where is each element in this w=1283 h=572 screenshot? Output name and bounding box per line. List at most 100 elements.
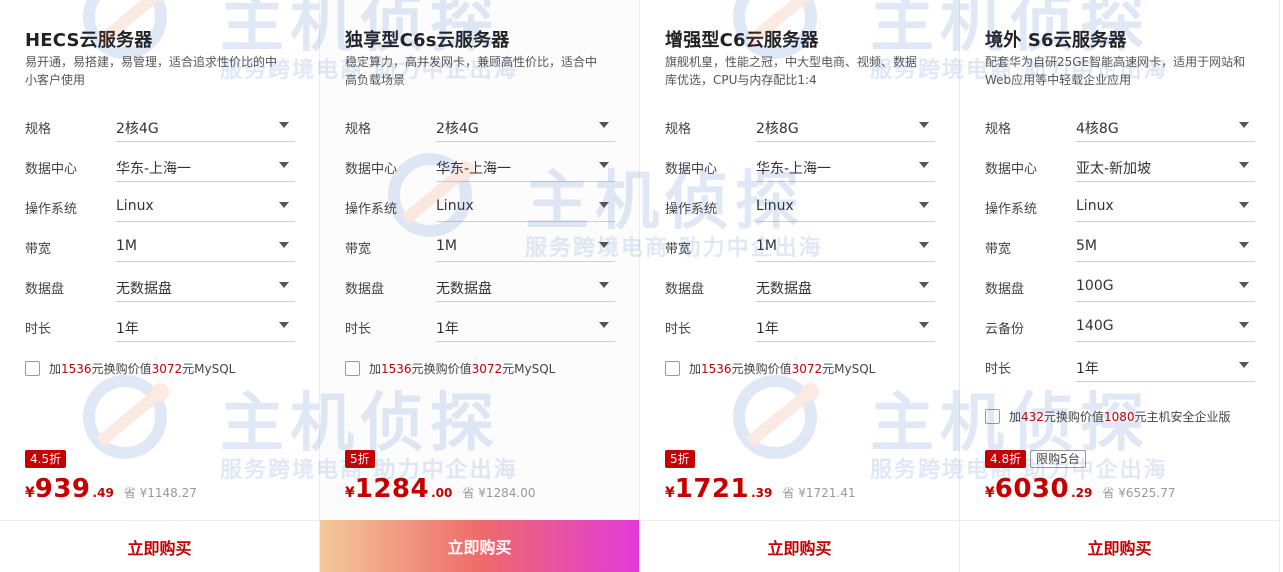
price: ¥ 1721 .39 省 ¥1721.41: [665, 474, 855, 504]
option-select[interactable]: 无数据盘: [436, 268, 615, 302]
option-select[interactable]: 华东-上海一: [116, 148, 295, 182]
option-row: 操作系统 Linux: [25, 188, 295, 222]
option-select[interactable]: 1M: [116, 228, 295, 262]
option-value: 无数据盘: [756, 281, 812, 297]
price-integer: 1284: [354, 474, 430, 504]
option-label: 带宽: [665, 242, 692, 257]
option-select[interactable]: 1M: [436, 228, 615, 262]
option-row: 带宽 1M: [665, 228, 935, 262]
chevron-down-icon: [279, 162, 289, 168]
discount-badge: 5折: [345, 450, 375, 468]
addon-checkbox[interactable]: 加1536元换购价值3072元MySQL: [25, 360, 235, 377]
chevron-down-icon: [279, 242, 289, 248]
option-select[interactable]: 100G: [1076, 268, 1255, 302]
option-select[interactable]: Linux: [1076, 188, 1255, 222]
option-select[interactable]: Linux: [116, 188, 295, 222]
price: ¥ 939 .49 省 ¥1148.27: [25, 474, 197, 504]
option-select[interactable]: 1年: [756, 308, 935, 342]
chevron-down-icon: [599, 162, 609, 168]
option-label: 规格: [665, 122, 692, 137]
option-label: 操作系统: [665, 202, 718, 217]
option-row: 数据盘 无数据盘: [25, 268, 295, 302]
option-select[interactable]: 4核8G: [1076, 108, 1255, 142]
option-label: 数据盘: [665, 282, 705, 297]
checkbox-icon[interactable]: [25, 361, 40, 376]
option-select[interactable]: 2核4G: [116, 108, 295, 142]
card-description: 旗舰机皇，性能之冠，中大型电商、视频、数据库优选，CPU与内存配比1:4: [665, 55, 918, 87]
option-select[interactable]: Linux: [756, 188, 935, 222]
option-row: 时长 1年: [345, 308, 615, 342]
option-select[interactable]: 1年: [116, 308, 295, 342]
option-row: 云备份 140G: [985, 308, 1255, 342]
option-value: Linux: [1076, 198, 1114, 214]
option-label: 数据盘: [985, 282, 1025, 297]
buy-now-button[interactable]: 立即购买: [640, 520, 959, 572]
option-value: 华东-上海一: [436, 161, 512, 177]
option-select[interactable]: 2核8G: [756, 108, 935, 142]
option-select[interactable]: 无数据盘: [756, 268, 935, 302]
chevron-down-icon: [279, 122, 289, 128]
option-value: Linux: [756, 198, 794, 214]
currency-symbol: ¥: [25, 485, 35, 501]
chevron-down-icon: [279, 202, 289, 208]
saved-amount: 省 ¥1284.00: [462, 486, 536, 500]
option-row: 操作系统 Linux: [985, 188, 1255, 222]
saved-amount: 省 ¥1148.27: [123, 486, 197, 500]
card-title: 境外 S6云服务器: [985, 30, 1127, 51]
option-label: 带宽: [25, 242, 52, 257]
buy-now-button[interactable]: 立即购买: [320, 520, 639, 572]
option-select[interactable]: 亚太-新加坡: [1076, 148, 1255, 182]
option-row: 数据中心 华东-上海一: [665, 148, 935, 182]
option-label: 数据盘: [25, 282, 65, 297]
buy-now-button[interactable]: 立即购买: [960, 520, 1279, 572]
option-row: 数据中心 华东-上海一: [345, 148, 615, 182]
card-title: 增强型C6云服务器: [665, 30, 819, 51]
option-select[interactable]: 华东-上海一: [756, 148, 935, 182]
option-row: 时长 1年: [25, 308, 295, 342]
option-value: 亚太-新加坡: [1076, 161, 1152, 177]
option-label: 数据中心: [665, 162, 718, 177]
option-select[interactable]: 5M: [1076, 228, 1255, 262]
option-value: 1年: [1076, 361, 1099, 377]
card-body: 增强型C6云服务器 旗舰机皇，性能之冠，中大型电商、视频、数据库优选，CPU与内…: [665, 0, 935, 520]
checkbox-icon[interactable]: [345, 361, 360, 376]
addon-text: 加432元换购价值1080元主机安全企业版: [1009, 410, 1231, 424]
option-label: 时长: [345, 322, 372, 337]
option-label: 规格: [345, 122, 372, 137]
option-select[interactable]: 2核4G: [436, 108, 615, 142]
option-select[interactable]: 华东-上海一: [436, 148, 615, 182]
option-label: 带宽: [345, 242, 372, 257]
option-value: 2核8G: [756, 121, 799, 137]
option-label: 操作系统: [25, 202, 78, 217]
option-row: 带宽 1M: [25, 228, 295, 262]
option-value: 1M: [756, 238, 777, 254]
addon-checkbox[interactable]: 加432元换购价值1080元主机安全企业版: [985, 408, 1231, 425]
option-select[interactable]: 140G: [1076, 308, 1255, 342]
chevron-down-icon: [599, 242, 609, 248]
option-row: 操作系统 Linux: [665, 188, 935, 222]
addon-text: 加1536元换购价值3072元MySQL: [49, 362, 236, 376]
option-value: 2核4G: [436, 121, 479, 137]
option-value: 100G: [1076, 278, 1114, 294]
chevron-down-icon: [919, 122, 929, 128]
option-row: 规格 2核4G: [25, 108, 295, 142]
discount-badge: 4.8折: [985, 450, 1027, 468]
addon-text: 加1536元换购价值3072元MySQL: [369, 362, 556, 376]
option-select[interactable]: 1年: [1076, 348, 1255, 382]
price-integer: 6030: [994, 474, 1070, 504]
checkbox-icon[interactable]: [985, 409, 1000, 424]
buy-now-button[interactable]: 立即购买: [0, 520, 319, 572]
addon-checkbox[interactable]: 加1536元换购价值3072元MySQL: [665, 360, 875, 377]
product-cards: HECS云服务器 易开通，易搭建，易管理，适合追求性价比的中小客户使用 规格 2…: [0, 0, 1283, 572]
option-select[interactable]: 1年: [436, 308, 615, 342]
option-select[interactable]: Linux: [436, 188, 615, 222]
badge-group: 5折: [345, 450, 375, 468]
option-value: 2核4G: [116, 121, 159, 137]
option-select[interactable]: 1M: [756, 228, 935, 262]
addon-checkbox[interactable]: 加1536元换购价值3072元MySQL: [345, 360, 555, 377]
checkbox-icon[interactable]: [665, 361, 680, 376]
product-card: 境外 S6云服务器 配套华为自研25GE智能高速网卡，适用于网站和Web应用等中…: [960, 0, 1280, 572]
chevron-down-icon: [599, 322, 609, 328]
limit-badge: 限购5台: [1030, 450, 1086, 468]
option-select[interactable]: 无数据盘: [116, 268, 295, 302]
